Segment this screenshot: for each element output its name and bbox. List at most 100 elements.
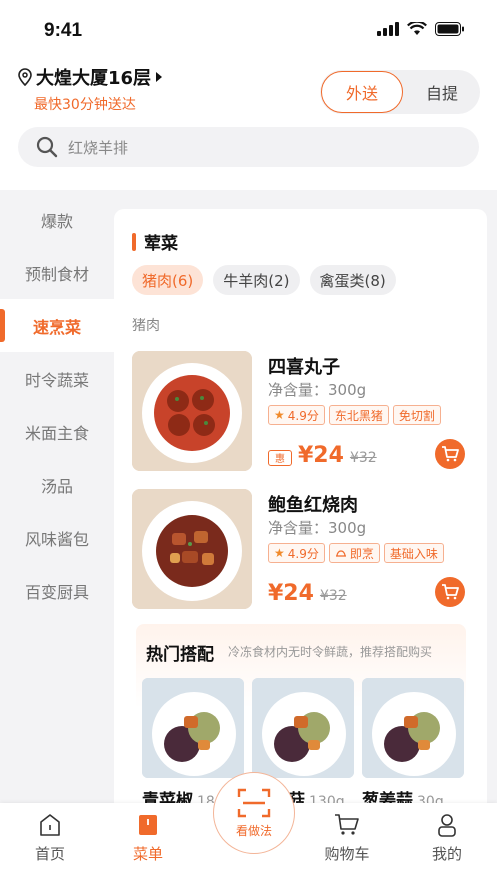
combo-item[interactable]: 菇 130g	[252, 678, 356, 811]
combo-item[interactable]: 青菜椒 18	[142, 678, 246, 811]
product-old-price: ¥32	[349, 450, 377, 466]
search-icon	[36, 136, 58, 158]
sidebar-item-label: 爆款	[40, 211, 73, 231]
status-icons	[377, 22, 465, 36]
star-icon: ★	[274, 546, 285, 560]
combo-image	[362, 678, 464, 778]
cart-icon	[442, 446, 459, 462]
tab-label: 菜单	[132, 845, 163, 863]
cart-icon	[335, 814, 359, 835]
product-tags: ★ 4.9分 即烹 基础入味	[268, 543, 444, 563]
sidebar-item-label: 百变厨具	[24, 582, 89, 602]
tab-label: 首页	[34, 845, 65, 863]
caret-right-icon	[156, 72, 163, 82]
chip-pork[interactable]: 猪肉(6)	[132, 265, 204, 295]
rating-text: 4.9分	[287, 408, 319, 423]
pickup-mode-button[interactable]: 自提	[404, 70, 480, 114]
star-icon: ★	[274, 408, 285, 422]
coupon-icon: 惠	[268, 449, 292, 466]
combo-image	[142, 678, 244, 778]
product-name: 鲍鱼红烧肉	[268, 495, 358, 516]
search-bar[interactable]: 红烧羊排	[18, 127, 479, 167]
sidebar-item-label: 速烹菜	[32, 317, 81, 337]
product-tags: ★ 4.9分 东北黑猪 免切割	[268, 405, 441, 425]
sidebar-item-label: 时令蔬菜	[24, 370, 89, 390]
view-recipe-button[interactable]: 看做法	[213, 772, 295, 854]
status-bar: 9:41	[0, 0, 497, 60]
product-card[interactable]: 四喜丸子 净含量：300g ★ 4.9分 东北黑猪 免切割 惠 ¥24 ¥32	[132, 351, 477, 473]
feature-tag: 免切割	[392, 405, 441, 425]
product-price: ¥24	[298, 443, 344, 468]
price-row: 惠 ¥24 ¥32	[268, 443, 377, 468]
menu-icon	[139, 815, 157, 835]
combo-image	[252, 678, 354, 778]
add-to-cart-button[interactable]	[435, 577, 465, 607]
add-to-cart-button[interactable]	[435, 439, 465, 469]
rating-text: 4.9分	[287, 546, 319, 561]
pot-icon	[335, 550, 346, 557]
delivery-mode-button[interactable]: 外送	[321, 71, 403, 113]
section-accent-bar	[132, 232, 136, 251]
category-sidebar: 爆款 预制食材 速烹菜 时令蔬菜 米面主食 汤品 风味酱包 百变厨具	[0, 193, 114, 617]
tab-label: 我的	[431, 845, 462, 863]
chip-beef-lamb[interactable]: 牛羊肉(2)	[213, 265, 300, 295]
combo-subtitle: 冷冻食材内无时令鲜蔬，推荐搭配购买	[228, 645, 433, 659]
sidebar-item[interactable]: 汤品	[0, 458, 114, 511]
tab-menu[interactable]: 菜单	[108, 813, 188, 864]
product-old-price: ¥32	[319, 588, 347, 604]
delivery-mode-switch: 外送 自提	[320, 70, 480, 114]
delivery-note: 最快30分钟送达	[34, 97, 136, 113]
product-name: 四喜丸子	[268, 357, 340, 378]
section-title: 荤菜	[132, 229, 178, 254]
sidebar-item[interactable]: 时令蔬菜	[0, 352, 114, 405]
sidebar-item[interactable]: 米面主食	[0, 405, 114, 458]
home-icon	[40, 814, 60, 836]
product-card[interactable]: 鲍鱼红烧肉 净含量：300g ★ 4.9分 即烹 基础入味 ¥24 ¥32	[132, 489, 477, 611]
location-selector[interactable]: 大煌大厦16层	[18, 64, 163, 90]
location-title: 大煌大厦16层	[36, 68, 152, 89]
price-row: ¥24 ¥32	[268, 581, 347, 606]
rating-tag: ★ 4.9分	[268, 543, 325, 563]
product-weight: 净含量：300g	[268, 381, 367, 399]
chip-poultry-egg[interactable]: 禽蛋类(8)	[309, 265, 396, 295]
tab-home[interactable]: 首页	[10, 813, 90, 864]
sidebar-item-label: 汤品	[40, 476, 73, 496]
sidebar-item-label: 米面主食	[24, 423, 89, 443]
rating-tag: ★ 4.9分	[268, 405, 325, 425]
sidebar-item-label: 风味酱包	[24, 529, 89, 549]
product-weight: 净含量：300g	[268, 519, 367, 537]
header: 9:41 大煌大厦16层 最快30分钟送达 外送 自提 红烧羊排	[0, 0, 497, 190]
tab-cart[interactable]: 购物车	[307, 813, 387, 864]
product-panel: 荤菜 猪肉(6) 牛羊肉(2) 禽蛋类(8) 猪肉 四喜丸子 净含量：300g	[114, 209, 487, 829]
feature-tag: 即烹	[328, 543, 380, 563]
combo-section: 热门搭配 冷冻食材内无时令鲜蔬，推荐搭配购买 青菜椒 18 菇 130g 葱姜蒜…	[136, 624, 466, 829]
sub-heading: 猪肉	[132, 318, 160, 334]
sidebar-item[interactable]: 预制食材	[0, 246, 114, 299]
combo-title: 热门搭配	[146, 645, 214, 665]
search-placeholder: 红烧羊排	[68, 138, 129, 157]
location-pin-icon	[18, 68, 32, 86]
view-recipe-label: 看做法	[235, 823, 272, 838]
sidebar-item[interactable]: 百变厨具	[0, 564, 114, 617]
status-time: 9:41	[44, 20, 83, 41]
filter-chips: 猪肉(6) 牛羊肉(2) 禽蛋类(8)	[132, 265, 396, 295]
sidebar-item[interactable]: 风味酱包	[0, 511, 114, 564]
sidebar-item-label: 预制食材	[24, 264, 89, 284]
feature-tag: 东北黑猪	[328, 405, 389, 425]
scan-icon	[237, 788, 271, 817]
user-icon	[438, 814, 456, 837]
sidebar-item-active[interactable]: 速烹菜	[0, 299, 114, 352]
wifi-icon	[407, 22, 427, 35]
product-image	[132, 351, 252, 471]
product-price: ¥24	[268, 581, 314, 606]
tab-profile[interactable]: 我的	[407, 813, 487, 864]
tab-label: 购物车	[324, 845, 370, 863]
feature-tag: 基础入味	[383, 543, 444, 563]
signal-icon	[377, 22, 399, 36]
sidebar-item[interactable]: 爆款	[0, 193, 114, 246]
feature-tag-text: 即烹	[349, 546, 374, 561]
product-image	[132, 489, 252, 609]
combo-item[interactable]: 葱姜蒜 30g	[362, 678, 466, 811]
battery-icon	[435, 22, 464, 36]
section-title-text: 荤菜	[144, 234, 178, 254]
